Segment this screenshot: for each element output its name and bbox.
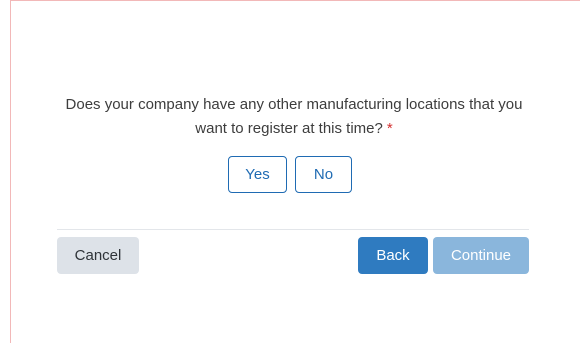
required-marker: * xyxy=(386,120,393,137)
yes-button[interactable]: Yes xyxy=(228,156,287,193)
continue-button[interactable]: Continue xyxy=(433,237,529,274)
registration-dialog: Does your company have any other manufac… xyxy=(0,0,580,343)
cancel-button[interactable]: Cancel xyxy=(57,237,139,274)
back-button[interactable]: Back xyxy=(358,237,428,274)
footer-divider xyxy=(57,229,529,230)
question-text: Does your company have any other manufac… xyxy=(65,96,523,137)
no-button[interactable]: No xyxy=(295,156,352,193)
question-prompt: Does your company have any other manufac… xyxy=(60,93,528,141)
answer-choices: Yes No xyxy=(0,156,580,193)
dialog-top-border xyxy=(10,0,580,1)
